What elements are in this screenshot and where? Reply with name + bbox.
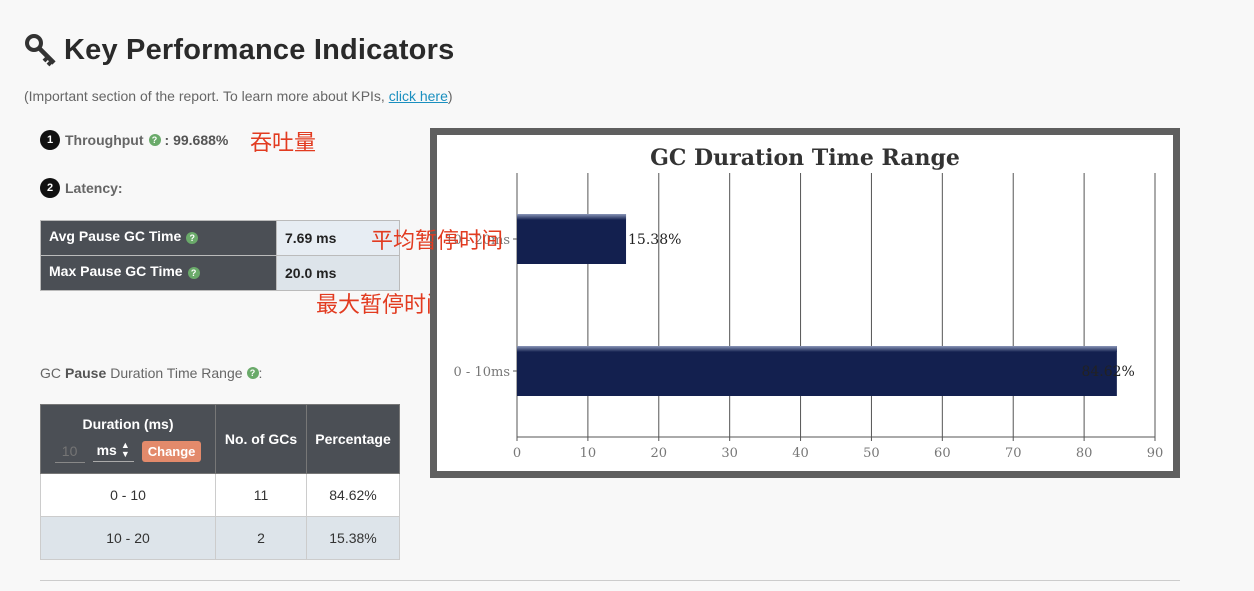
help-icon[interactable]: ? [187,267,200,279]
range-label-end: : [258,365,263,381]
avg-pause-label: Avg Pause GC Time? [40,220,277,256]
chart-title: GC Duration Time Range [650,145,960,171]
subtitle-text: (Important section of the report. To lea… [24,88,389,104]
chart-canvas: GC Duration Time Range 0 10 20 30 40 50 60 70 80… [445,145,1164,461]
num-gcs-header: No. of GCs [215,404,307,474]
x-tick-label: 60 [934,446,951,461]
avg-pause-label-text: Avg Pause GC Time [49,228,182,244]
y-tick-label: 0 - 10ms [454,365,510,380]
table-row: 10 - 20 2 15.38% [40,516,400,560]
duration-controls: ms▲▼ Change [42,439,214,463]
duration-cell: 10 - 20 [40,516,216,560]
latency-metric: 2 Latency: [40,178,123,198]
latency-badge: 2 [40,178,60,198]
x-tick-label: 70 [1005,446,1022,461]
range-label-prefix: GC [40,365,61,381]
throughput-badge: 1 [40,130,60,150]
unit-select[interactable]: ms ▲ ▼ [92,439,134,462]
duration-header: Duration (ms) ms▲▼ Change [40,404,216,474]
latency-table: Avg Pause GC Time? 7.69 ms Max Pause GC … [40,220,400,291]
max-pause-value: 20.0 ms [276,255,400,291]
percentage-header: Percentage [306,404,400,474]
percentage-cell: 15.38% [306,516,400,560]
sort-arrows-icon: ▲ ▼ [120,439,130,459]
gc-pause-range-label: GC Pause Duration Time Range ? : [40,365,262,381]
page-title: Key Performance Indicators [64,33,455,66]
unit-select-value: ms [96,441,117,458]
page-header: Key Performance Indicators [24,30,454,70]
throughput-label: Throughput [65,132,144,148]
max-pause-annotation: 最大暂停时间 [316,293,449,318]
x-tick-label: 50 [863,446,880,461]
key-icon [25,34,56,67]
x-tick-label: 90 [1147,446,1164,461]
duration-table: Duration (ms) ms▲▼ Change No. of GCs Per… [40,404,400,560]
percentage-cell: 84.62% [306,473,400,517]
section-divider [40,580,1180,581]
throughput-annotation: 吞吐量 [250,131,317,156]
x-tick-label: 80 [1076,446,1093,461]
throughput-metric: 1 Throughput ? : 99.688% [40,130,228,150]
throughput-value: : 99.688% [164,132,229,148]
latency-label: Latency: [65,180,123,196]
duration-header-text: Duration (ms) [82,415,174,432]
help-icon[interactable]: ? [186,232,199,244]
help-icon[interactable]: ? [246,367,259,379]
x-tick-label: 10 [580,446,597,461]
max-pause-label: Max Pause GC Time? [40,255,277,291]
data-label: 84.62% [1081,364,1134,380]
duration-cell: 0 - 10 [40,473,216,517]
chart-bar-highlight [517,214,627,220]
range-label-suffix: Duration Time Range [110,365,243,381]
table-row: Max Pause GC Time? 20.0 ms [40,255,400,291]
page-subtitle: (Important section of the report. To lea… [24,88,453,104]
avg-pause-annotation: 平均暂停时间 [371,229,504,254]
table-row: 0 - 10 11 84.62% [40,473,400,517]
subtitle-end: ) [447,88,453,104]
help-icon[interactable]: ? [148,134,161,146]
duration-input[interactable] [54,439,85,463]
chart-bar-highlight [517,346,1117,352]
chart-bar [517,346,1117,396]
gc-duration-chart: GC Duration Time Range 0 10 20 30 40 50 60 70 80… [430,128,1180,478]
gc-count-cell: 2 [215,516,307,560]
data-label: 15.38% [628,232,681,248]
x-tick-label: 30 [721,446,738,461]
x-tick-label: 20 [651,446,668,461]
x-tick-label: 40 [792,446,809,461]
max-pause-label-text: Max Pause GC Time [49,263,183,279]
x-tick-label: 0 [513,446,521,461]
range-label-bold: Pause [65,365,107,381]
change-button[interactable]: Change [141,440,202,462]
kpi-help-link[interactable]: click here [389,88,448,104]
table-row: Avg Pause GC Time? 7.69 ms [40,220,400,256]
gc-count-cell: 11 [215,473,307,517]
chart-bar [517,214,627,264]
